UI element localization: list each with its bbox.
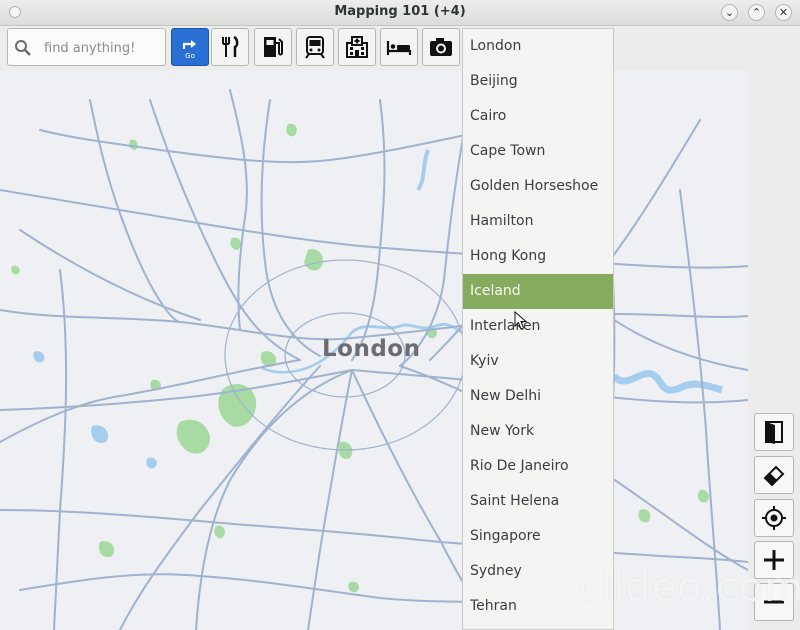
go-arrow-icon: Go (182, 40, 196, 60)
bed-icon (386, 41, 412, 55)
window-title: Mapping 101 (+4) (334, 4, 466, 19)
search-box[interactable] (7, 28, 166, 66)
dropdown-item-rio-de-janeiro[interactable]: Rio De Janeiro (463, 449, 613, 484)
dropdown-item-beijing[interactable]: Beijing (463, 64, 613, 99)
fuel-pump-icon (264, 37, 283, 57)
city-label: London (322, 336, 421, 362)
eraser-icon (763, 465, 785, 487)
title-bar: Mapping 101 (+4) ⌄ ⌃ ✕ (0, 0, 800, 26)
train-icon (305, 36, 325, 59)
go-label: Go (185, 52, 195, 60)
go-button[interactable]: Go (171, 28, 209, 66)
door-icon (765, 421, 783, 444)
lakes-layer (33, 351, 157, 469)
dropdown-item-new-york[interactable]: New York (463, 414, 613, 449)
map-view[interactable]: London (0, 70, 748, 630)
dropdown-item-golden-horseshoe[interactable]: Golden Horseshoe (463, 169, 613, 204)
attraction-button[interactable] (422, 28, 460, 66)
restaurant-button[interactable] (211, 28, 249, 66)
maximize-button[interactable]: ⌃ (748, 4, 765, 21)
search-input[interactable] (42, 37, 164, 59)
toolbar: Go (0, 26, 800, 70)
dropdown-item-london[interactable]: London (463, 29, 613, 64)
mouse-cursor-icon (514, 311, 528, 330)
exit-button[interactable] (754, 413, 794, 451)
fork-knife-icon (222, 35, 239, 57)
transit-button[interactable] (296, 28, 334, 66)
watermark: clideo.com (578, 565, 800, 611)
dropdown-item-new-delhi[interactable]: New Delhi (463, 379, 613, 414)
camera-icon (430, 38, 452, 56)
hospital-icon (346, 36, 368, 58)
location-dropdown[interactable]: London Beijing Cairo Cape Town Golden Ho… (462, 28, 614, 630)
close-button[interactable]: ✕ (775, 4, 792, 21)
dropdown-item-singapore[interactable]: Singapore (463, 519, 613, 554)
hospital-button[interactable] (338, 28, 376, 66)
minimize-button[interactable]: ⌄ (721, 4, 738, 21)
dropdown-item-hong-kong[interactable]: Hong Kong (463, 239, 613, 274)
clear-button[interactable] (754, 456, 794, 494)
dropdown-item-kyiv[interactable]: Kyiv (463, 344, 613, 379)
dropdown-item-cape-town[interactable]: Cape Town (463, 134, 613, 169)
hotel-button[interactable] (380, 28, 418, 66)
dropdown-item-hamilton[interactable]: Hamilton (463, 204, 613, 239)
dropdown-item-cairo[interactable]: Cairo (463, 99, 613, 134)
fuel-button[interactable] (254, 28, 292, 66)
crosshair-icon (762, 506, 786, 530)
dropdown-item-interlaken[interactable]: Interlaken (463, 309, 613, 344)
search-icon (15, 40, 31, 56)
dropdown-item-saint-helena[interactable]: Saint Helena (463, 484, 613, 519)
locate-button[interactable] (754, 499, 794, 537)
dropdown-item-iceland[interactable]: Iceland (463, 274, 613, 309)
